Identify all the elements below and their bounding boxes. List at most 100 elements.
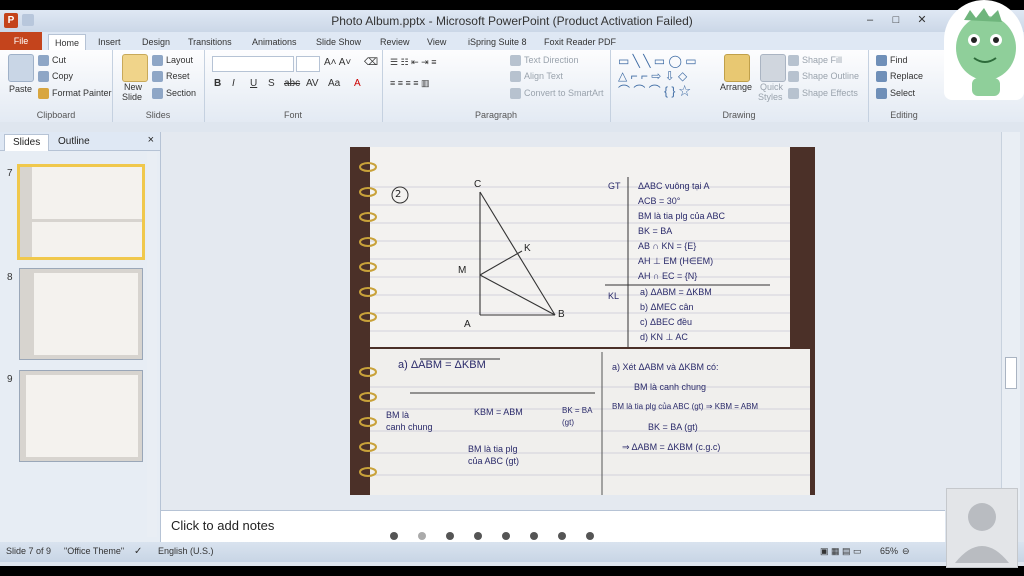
tab-slides[interactable]: Slides bbox=[4, 134, 50, 151]
new-slide-label[interactable]: New bbox=[124, 82, 142, 92]
thumb-page bbox=[26, 375, 138, 457]
slide-canvas[interactable]: 2 C K M A B GT ΔABC vuông tại A ACB = 30… bbox=[350, 147, 815, 495]
strikethrough-button[interactable]: abc bbox=[284, 78, 300, 89]
given-item: ACB = 30° bbox=[638, 196, 681, 206]
cut-button[interactable]: Cut bbox=[38, 55, 66, 67]
slides-pane: Slides Outline × 7 8 9 bbox=[0, 132, 161, 542]
clipboard-group: Paste Cut Copy Format Painter Clipboard bbox=[0, 50, 113, 122]
tab-outline[interactable]: Outline bbox=[50, 134, 98, 150]
change-case-button[interactable]: Aa bbox=[328, 78, 340, 89]
slide-thumbnail-8[interactable] bbox=[19, 268, 143, 360]
format-painter-button[interactable]: Format Painter bbox=[38, 88, 112, 100]
text-direction-button[interactable]: Text Direction bbox=[510, 55, 579, 67]
slide-editor: 2 C K M A B GT ΔABC vuông tại A ACB = 30… bbox=[161, 132, 1001, 510]
quick-styles-label[interactable]: Quick bbox=[760, 82, 783, 92]
copy-icon bbox=[38, 71, 49, 83]
shadow-button[interactable]: S bbox=[268, 78, 275, 89]
spell-check-icon[interactable]: ✓ bbox=[134, 546, 142, 557]
quick-styles-label-2[interactable]: Styles bbox=[758, 92, 783, 102]
editing-label: Editing bbox=[890, 110, 918, 120]
shape-fill-button[interactable]: Shape Fill bbox=[788, 55, 842, 67]
thumb-page bbox=[32, 222, 142, 257]
tab-transitions[interactable]: Transitions bbox=[182, 34, 238, 50]
section-button[interactable]: Section bbox=[152, 88, 196, 100]
tab-ispring[interactable]: iSpring Suite 8 bbox=[462, 34, 533, 50]
quick-styles-icon[interactable] bbox=[760, 54, 786, 82]
minimize-button[interactable]: – bbox=[858, 12, 882, 28]
align-text-label: Align Text bbox=[524, 71, 563, 81]
brush-icon bbox=[38, 88, 49, 100]
cursor-icon bbox=[876, 88, 887, 100]
shape-effects-button[interactable]: Shape Effects bbox=[788, 88, 858, 100]
align-icons[interactable]: ≡ ≡ ≡ ≡ ▥ bbox=[390, 78, 430, 89]
reset-button[interactable]: Reset bbox=[152, 71, 190, 83]
language-indicator[interactable]: English (U.S.) bbox=[158, 546, 214, 556]
paste-button[interactable]: Paste bbox=[9, 84, 32, 94]
arrange-icon[interactable] bbox=[724, 54, 750, 82]
format-painter-label: Format Painter bbox=[52, 88, 112, 98]
shape-outline-label: Shape Outline bbox=[802, 71, 860, 81]
tab-home[interactable]: Home bbox=[48, 34, 87, 51]
select-button[interactable]: Select bbox=[876, 88, 915, 100]
paragraph-group: ☰ ☷ ⇤ ⇥ ≡ ≡ ≡ ≡ ≡ ▥ Text Direction Align… bbox=[382, 50, 611, 122]
font-size-combobox[interactable] bbox=[296, 56, 320, 72]
slide-thumbnail-9[interactable] bbox=[19, 370, 143, 462]
replace-button[interactable]: Replace bbox=[876, 71, 923, 83]
dinosaur-mascot-image bbox=[944, 0, 1024, 100]
tab-design[interactable]: Design bbox=[136, 34, 176, 50]
slide-counter: Slide 7 of 9 bbox=[6, 546, 52, 556]
paste-icon[interactable] bbox=[8, 54, 34, 82]
proof-line: BM là canh chung bbox=[634, 382, 707, 392]
convert-smartart-label: Convert to SmartArt bbox=[524, 88, 604, 98]
smartart-icon bbox=[510, 88, 521, 100]
new-slide-label-2[interactable]: Slide bbox=[122, 92, 142, 102]
scroll-thumb[interactable] bbox=[1005, 357, 1017, 389]
tab-file[interactable]: File bbox=[0, 32, 42, 50]
clear-format-icon[interactable]: ⌫ bbox=[364, 57, 378, 68]
close-pane-icon[interactable]: × bbox=[148, 134, 154, 146]
layout-icon bbox=[152, 55, 163, 67]
copy-button[interactable]: Copy bbox=[38, 71, 73, 83]
underline-button[interactable]: U bbox=[250, 78, 257, 89]
shape-outline-button[interactable]: Shape Outline bbox=[788, 71, 860, 83]
window-controls: – □ ✕ bbox=[858, 12, 934, 28]
shapes-gallery[interactable]: ▭ ╲ ╲ ▭ ◯ ▭ △ ⌐ ⌐ ⇨ ⇩ ◇ ⌒ ⌒ ⌒ { } ☆ bbox=[618, 54, 697, 99]
tab-review[interactable]: Review bbox=[374, 34, 416, 50]
zoom-out-icon[interactable]: ⊖ bbox=[902, 546, 910, 557]
zoom-level[interactable]: 65% bbox=[880, 546, 898, 556]
spacing-button[interactable]: AV bbox=[306, 78, 319, 89]
tab-slide-show[interactable]: Slide Show bbox=[310, 34, 367, 50]
slides-pane-scrollbar[interactable] bbox=[147, 152, 157, 537]
layout-label: Layout bbox=[166, 55, 194, 65]
close-button[interactable]: ✕ bbox=[910, 12, 934, 28]
maximize-button[interactable]: □ bbox=[884, 12, 908, 28]
bold-button[interactable]: B bbox=[214, 78, 221, 89]
conclusion-item: d) KN ⊥ AC bbox=[640, 332, 688, 342]
font-color-button[interactable]: A bbox=[354, 78, 361, 89]
convert-smartart-button[interactable]: Convert to SmartArt bbox=[510, 88, 604, 100]
slide-number: 9 bbox=[7, 374, 13, 385]
tab-foxit[interactable]: Foxit Reader PDF bbox=[538, 34, 622, 50]
slide-thumbnail-7[interactable] bbox=[17, 164, 145, 260]
tab-view[interactable]: View bbox=[421, 34, 452, 50]
align-text-icon bbox=[510, 71, 521, 83]
arrange-button[interactable]: Arrange bbox=[720, 82, 752, 92]
tab-animations[interactable]: Animations bbox=[246, 34, 303, 50]
find-button[interactable]: Find bbox=[876, 55, 908, 67]
grow-font-icon[interactable]: A˄ A˅ bbox=[324, 57, 351, 68]
font-name-combobox[interactable] bbox=[212, 56, 294, 72]
slide-vertical-scrollbar[interactable] bbox=[1001, 132, 1020, 510]
italic-button[interactable]: I bbox=[232, 78, 235, 89]
bullets-icon[interactable]: ☰ ☷ ⇤ ⇥ ≡ bbox=[390, 57, 436, 68]
align-text-button[interactable]: Align Text bbox=[510, 71, 563, 83]
video-progress-dots bbox=[390, 532, 594, 540]
tab-insert[interactable]: Insert bbox=[92, 34, 127, 50]
given-label: GT bbox=[608, 181, 621, 191]
layout-button[interactable]: Layout bbox=[152, 55, 194, 67]
part-a-left-line: BM là bbox=[386, 410, 410, 420]
progress-dot bbox=[586, 532, 594, 540]
scissors-icon bbox=[38, 55, 49, 67]
new-slide-icon[interactable] bbox=[122, 54, 148, 82]
view-buttons[interactable]: ▣ ▦ ▤ ▭ bbox=[820, 546, 862, 557]
figure-label-a: A bbox=[464, 319, 471, 330]
